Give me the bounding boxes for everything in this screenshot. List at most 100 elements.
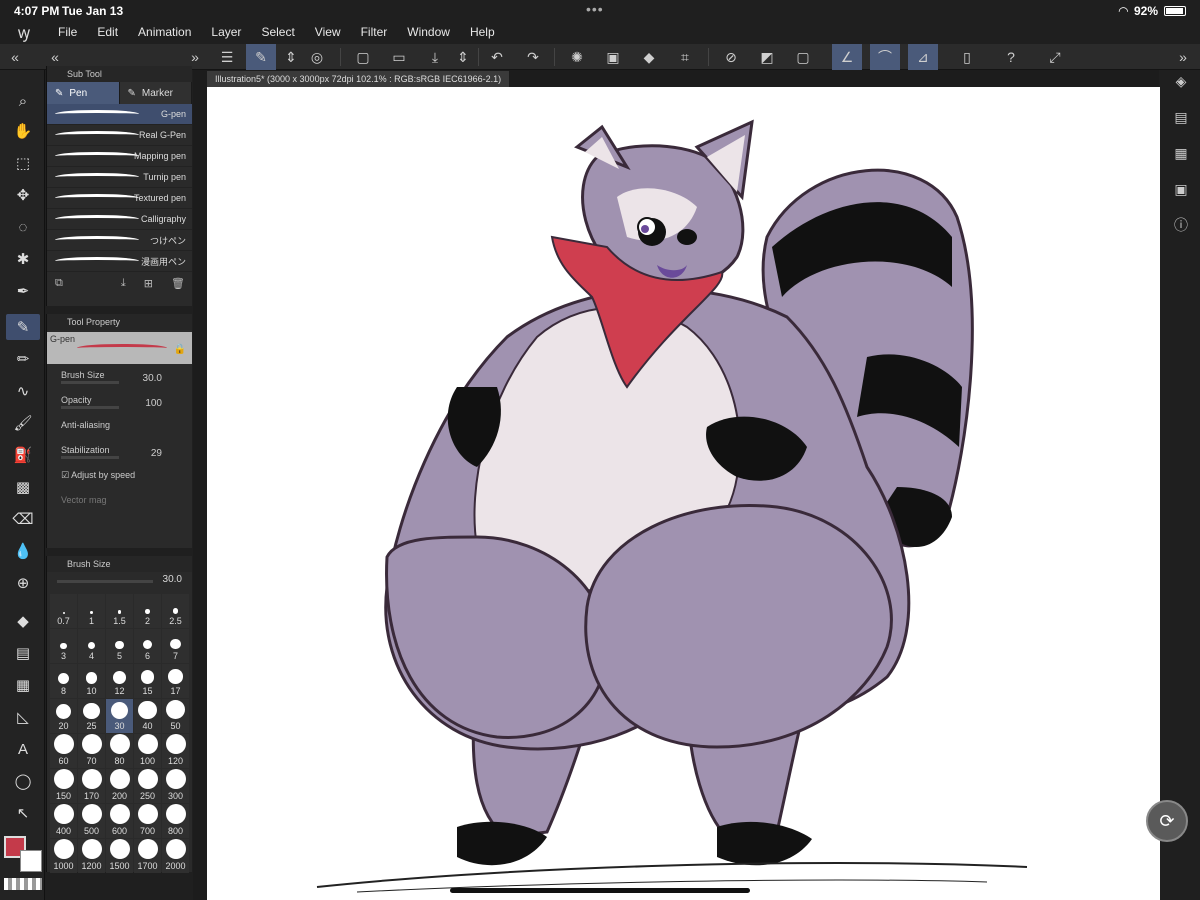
layers-icon[interactable]: ◈ [1170,70,1192,92]
brush-size-option[interactable]: 12 [106,664,133,698]
brush-size-option[interactable]: 2000 [162,839,189,873]
brush-size-option[interactable]: 1000 [50,839,77,873]
decoration-icon[interactable]: ▩ [6,474,40,500]
tab-pen[interactable]: ✎ Pen [47,82,120,104]
pen-icon[interactable]: ✎ [6,314,40,340]
fill-tool-icon[interactable]: ◆ [6,608,40,634]
brush-mapping-pen[interactable]: Mapping pen [47,146,192,167]
lasso-icon[interactable]: ◌ [6,214,40,240]
brush-g-pen[interactable]: G-pen [47,104,192,125]
brush-size-option[interactable]: 200 [106,769,133,803]
smartphone-icon[interactable]: ▯ [952,44,982,70]
pencil-icon[interactable]: ✏ [6,346,40,372]
save-icon[interactable]: ⤓ [420,44,450,70]
brush-real-g-pen[interactable]: Real G-Pen [47,125,192,146]
brush-size-option[interactable]: 17 [162,664,189,698]
subtool-settings-icon[interactable]: ⧉ [55,277,63,290]
layer-property-icon[interactable]: ▤ [1170,106,1192,128]
app-logo-icon[interactable]: ꝡ [0,21,48,43]
menu-help[interactable]: Help [460,25,505,39]
color-palette-icon[interactable]: ▦ [1170,142,1192,164]
brush-size-option[interactable]: 2.5 [162,594,189,628]
opacity-row[interactable]: Opacity 100 [47,391,192,416]
transparent-color-swatch[interactable] [4,878,42,890]
brush-size-option[interactable]: 30 [106,699,133,733]
brush-size-option[interactable]: 1700 [134,839,161,873]
brush-size-option[interactable]: 70 [78,734,105,768]
deselect-icon[interactable]: ⊘ [716,44,746,70]
grid-tool-icon[interactable]: ⊕ [6,570,40,596]
menu-edit[interactable]: Edit [87,25,128,39]
stabilization-row[interactable]: Stabilization 29 [47,441,192,466]
companion-mode-icon[interactable]: ◎ [302,44,332,70]
brush-size-option[interactable]: 400 [50,804,77,838]
brush-size-option[interactable]: 250 [134,769,161,803]
brush-size-option[interactable]: 8 [50,664,77,698]
brush-size-option[interactable]: 50 [162,699,189,733]
help-icon[interactable]: ? [996,44,1026,70]
brush-size-option[interactable]: 120 [162,734,189,768]
lock-icon[interactable]: 🔒 [174,344,186,355]
snap-ruler-icon[interactable]: ∠ [832,44,862,70]
invert-selection-icon[interactable]: ◩ [752,44,782,70]
expand-right-icon[interactable]: » [1168,44,1198,70]
menu-layer[interactable]: Layer [201,25,251,39]
menu-window[interactable]: Window [397,25,460,39]
loading-icon[interactable]: ✺ [562,44,592,70]
undo-icon[interactable]: ↶ [482,44,512,70]
fill-icon[interactable]: ◆ [634,44,664,70]
sub-color-swatch[interactable] [20,850,42,872]
brush-size-option[interactable]: 700 [134,804,161,838]
collapse-left-icon[interactable]: « [0,44,30,70]
document-tab[interactable]: Illustration5* (3000 x 3000px 72dpi 102.… [207,71,510,87]
clear-icon[interactable]: ▣ [598,44,628,70]
menu-view[interactable]: View [305,25,351,39]
stabilization-slider[interactable] [61,456,119,459]
save-stepper-icon[interactable]: ⇕ [448,44,478,70]
brush-size-option[interactable]: 7 [162,629,189,663]
correct-line-icon[interactable]: ↖ [6,800,40,826]
brush-size-option[interactable]: 40 [134,699,161,733]
show-selection-icon[interactable]: ▢ [788,44,818,70]
zoom-icon[interactable]: ⌕ [6,88,40,114]
opacity-slider[interactable] [61,406,119,409]
brush-size-option[interactable]: 25 [78,699,105,733]
hand-icon[interactable]: ✋ [6,118,40,144]
brush-size-option[interactable]: 80 [106,734,133,768]
fullscreen-icon[interactable]: ⤢ [1040,44,1070,70]
figure-icon[interactable]: ◺ [6,704,40,730]
brush-size-option[interactable]: 300 [162,769,189,803]
tab-marker[interactable]: ✎ Marker [120,82,192,104]
import-icon[interactable]: ⤓ [121,277,126,290]
brush-size-option[interactable]: 100 [134,734,161,768]
brush-size-option[interactable]: 2 [134,594,161,628]
blend-icon[interactable]: 💧 [6,538,40,564]
brush-size-option[interactable]: 15 [134,664,161,698]
brush-size-option[interactable]: 3 [50,629,77,663]
brush-size-option[interactable]: 6 [134,629,161,663]
brush-size-option[interactable]: 5 [106,629,133,663]
menu-animation[interactable]: Animation [128,25,201,39]
magic-wand-icon[interactable]: ✱ [6,246,40,272]
menu-filter[interactable]: Filter [351,25,398,39]
brush-size-option[interactable]: 1200 [78,839,105,873]
airbrush-icon[interactable]: ⛽ [6,442,40,468]
duplicate-icon[interactable]: ⊞ [144,277,153,290]
brush-size-option[interactable]: 20 [50,699,77,733]
anti-alias-row[interactable]: Anti-aliasing [47,416,192,441]
brush-size-slider[interactable] [61,381,119,384]
brush-size-panel-slider[interactable] [57,580,153,583]
snap-grid-icon[interactable]: ⊿ [908,44,938,70]
snap-special-ruler-icon[interactable]: ⌒ [870,44,900,70]
brush-size-option[interactable]: 0.7 [50,594,77,628]
drawing-canvas[interactable] [207,87,1160,900]
info-icon[interactable]: ⓘ [1170,214,1192,236]
menu-file[interactable]: File [48,25,87,39]
delete-icon[interactable]: 🗑 [171,277,185,290]
brush-size-option[interactable]: 150 [50,769,77,803]
brush-size-option[interactable]: 800 [162,804,189,838]
multitask-dots-icon[interactable]: ••• [586,1,604,17]
balloon-icon[interactable]: ◯ [6,768,40,794]
menu-select[interactable]: Select [251,25,304,39]
hamburger-menu-icon[interactable]: ☰ [212,44,242,70]
